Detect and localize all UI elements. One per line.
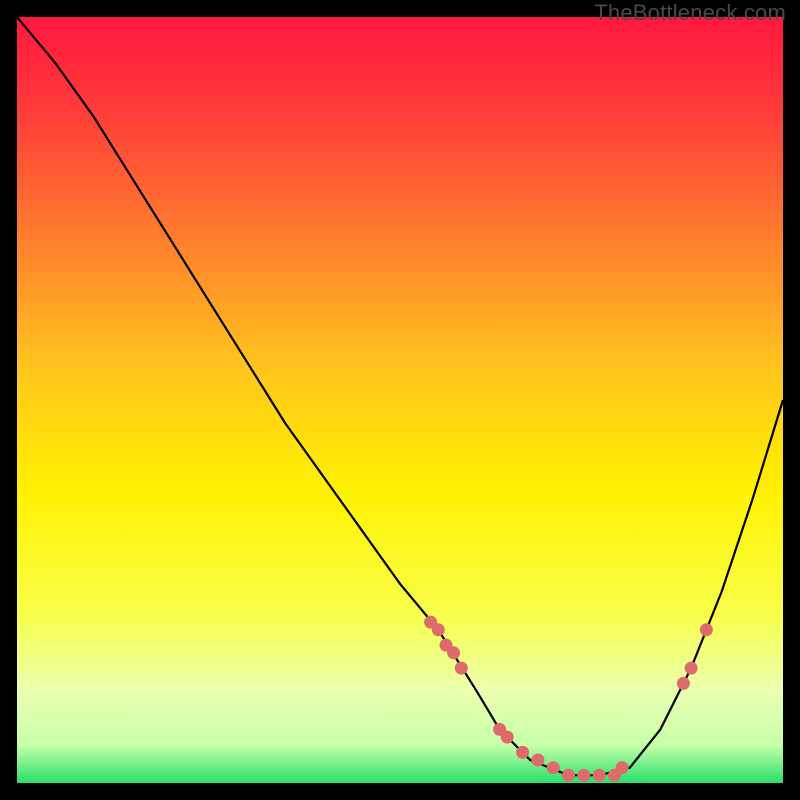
data-marker [685, 662, 698, 675]
bottleneck-chart [17, 17, 783, 783]
data-marker [577, 769, 590, 782]
data-marker [516, 746, 529, 759]
chart-frame [17, 17, 783, 783]
data-marker [700, 623, 713, 636]
data-marker [677, 677, 690, 690]
data-marker [562, 769, 575, 782]
data-marker [447, 646, 460, 659]
watermark-text: TheBottleneck.com [594, 0, 786, 26]
gradient-background [17, 17, 783, 783]
data-marker [531, 754, 544, 767]
data-marker [547, 761, 560, 774]
data-marker [501, 731, 514, 744]
data-marker [593, 769, 606, 782]
data-marker [616, 761, 629, 774]
data-marker [432, 623, 445, 636]
data-marker [455, 662, 468, 675]
